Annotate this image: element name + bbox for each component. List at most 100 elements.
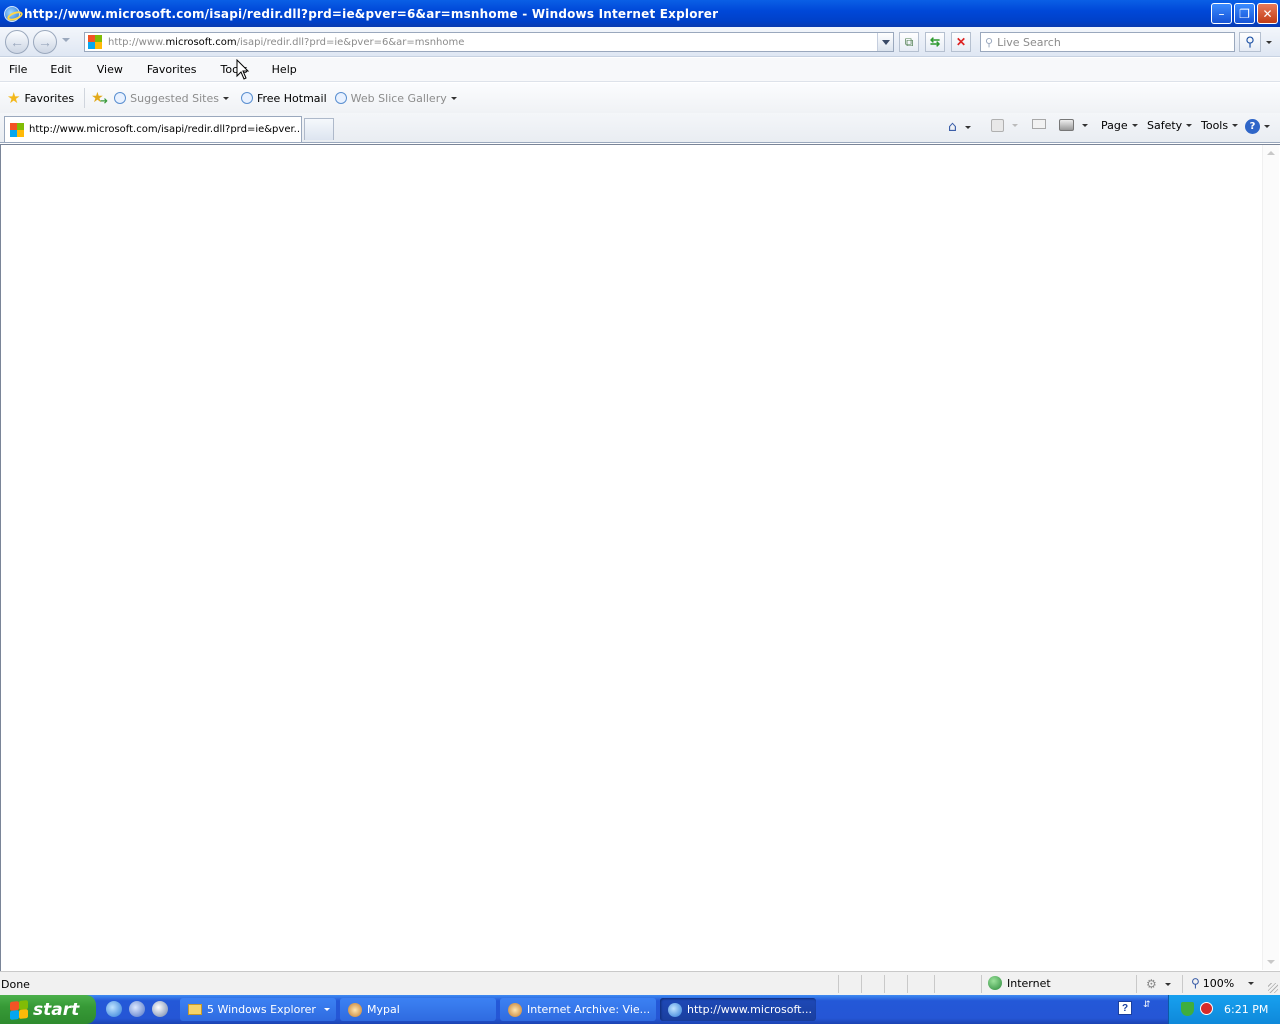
star-icon: ★ [7, 89, 21, 107]
chevron-down-icon [1012, 124, 1018, 127]
taskbar-internet-archive[interactable]: Internet Archive: Vie... [500, 998, 656, 1021]
chevron-down-icon [222, 96, 229, 100]
address-dropdown-button[interactable] [877, 33, 893, 51]
green-arrow-icon: ➜ [99, 95, 109, 107]
quicklaunch-media-player-icon[interactable] [152, 1001, 168, 1017]
new-tab-button[interactable] [304, 118, 334, 140]
help-support-tray-icon[interactable]: ? [1118, 1001, 1132, 1015]
scroll-up-icon [1267, 151, 1275, 155]
search-options-button[interactable] [1263, 32, 1275, 52]
stop-icon: ✕ [955, 35, 967, 49]
favorites-button[interactable]: ★ Favorites [7, 89, 74, 107]
zoom-button[interactable]: ⚲ 100% [1191, 976, 1255, 990]
print-button[interactable] [1059, 119, 1088, 131]
search-icon: ⚲ [1245, 34, 1255, 49]
address-bar[interactable]: http://www.microsoft.com/isapi/redir.dll… [84, 32, 894, 52]
search-placeholder: Live Search [997, 35, 1061, 49]
title-bar[interactable]: http://www.microsoft.com/isapi/redir.dll… [0, 0, 1280, 27]
microsoft-logo-icon [10, 122, 24, 137]
internet-explorer-icon [4, 5, 20, 22]
search-button[interactable]: ⚲ [1239, 32, 1261, 52]
mail-icon [1032, 119, 1046, 129]
quicklaunch-outlook-icon[interactable] [129, 1001, 145, 1017]
search-box[interactable]: ⚲ Live Search [980, 32, 1235, 52]
suggested-sites-link[interactable]: Suggested Sites [114, 92, 229, 105]
recent-pages-dropdown-icon[interactable] [62, 38, 70, 42]
free-hotmail-link[interactable]: Free Hotmail [240, 91, 327, 105]
chevron-down-icon [881, 39, 890, 45]
tab-active[interactable]: http://www.microsoft.com/isapi/redir.dll… [4, 116, 302, 142]
menu-file[interactable]: File [0, 63, 35, 76]
feeds-button[interactable] [991, 119, 1018, 132]
status-divider [884, 975, 885, 993]
page-content[interactable] [0, 144, 1280, 971]
status-divider [838, 975, 839, 993]
clock[interactable]: 6:21 PM [1224, 1003, 1268, 1016]
page-menu-button[interactable]: Page [1101, 119, 1138, 132]
mouse-cursor-icon [236, 59, 250, 80]
printer-icon [1059, 119, 1074, 131]
page-menu-label: Page [1101, 119, 1128, 132]
security-shield-icon[interactable] [1181, 1002, 1194, 1016]
taskbar-item-label: Mypal [367, 1003, 400, 1016]
chevron-down-icon [1266, 40, 1272, 44]
minimize-button[interactable]: – [1211, 3, 1232, 24]
status-divider [861, 975, 862, 993]
menu-edit[interactable]: Edit [35, 63, 79, 76]
internet-explorer-icon [668, 1002, 682, 1017]
home-icon: ⌂ [948, 119, 957, 135]
language-bar-icon[interactable]: ⇵ [1143, 999, 1151, 1010]
quicklaunch-ie-icon[interactable] [106, 1001, 122, 1017]
ie-page-icon [240, 92, 253, 104]
web-slice-gallery-label: Web Slice Gallery [350, 91, 447, 105]
add-to-favorites-bar-button[interactable]: ★ ➜ [91, 90, 108, 107]
protected-mode-button[interactable]: ⚙ [1146, 977, 1171, 991]
chevron-down-icon [1082, 123, 1088, 127]
globe-icon [988, 976, 1002, 990]
status-text: Done [1, 978, 30, 991]
chevron-down-icon [1248, 981, 1255, 985]
restore-button[interactable]: ❐ [1234, 3, 1255, 24]
security-zone[interactable]: Internet [988, 976, 1051, 990]
start-label: start [33, 999, 80, 1020]
chevron-down-icon [1164, 982, 1171, 986]
safety-menu-label: Safety [1147, 119, 1183, 132]
taskbar-item-label: http://www.microsoft... [687, 1003, 812, 1016]
vertical-scrollbar[interactable] [1262, 145, 1279, 970]
folder-icon [188, 1004, 202, 1015]
web-slice-gallery-link[interactable]: Web Slice Gallery [334, 91, 457, 105]
home-button[interactable]: ⌂ [948, 119, 971, 135]
start-button[interactable]: start [0, 995, 96, 1024]
chevron-down-icon [324, 1008, 330, 1011]
antivirus-icon[interactable] [1200, 1002, 1213, 1015]
refresh-icon: ⇆ [929, 35, 941, 49]
status-divider [1182, 975, 1183, 993]
free-hotmail-label: Free Hotmail [256, 91, 327, 105]
menu-favorites[interactable]: Favorites [131, 63, 205, 76]
status-bar: Done Internet ⚙ ⚲ 100% [0, 971, 1280, 995]
safety-menu-button[interactable]: Safety [1147, 119, 1193, 132]
taskbar-windows-explorer[interactable]: 5 Windows Explorer [180, 998, 336, 1021]
close-button[interactable]: ✕ [1257, 3, 1278, 24]
favorites-label: Favorites [24, 91, 75, 105]
tools-menu-button[interactable]: Tools [1201, 119, 1239, 132]
refresh-button[interactable]: ⇆ [925, 32, 945, 52]
windows-flag-icon [10, 999, 28, 1020]
taskbar-item-label: Internet Archive: Vie... [527, 1003, 651, 1016]
minimize-icon: – [1218, 6, 1225, 21]
taskbar-mypal[interactable]: Mypal [340, 998, 496, 1021]
back-button[interactable]: ← [5, 30, 29, 54]
menu-view[interactable]: View [80, 63, 131, 76]
menu-help[interactable]: Help [256, 63, 305, 76]
help-menu-button[interactable]: ? [1245, 119, 1270, 134]
status-divider [907, 975, 908, 993]
stop-button[interactable]: ✕ [951, 32, 971, 52]
status-divider [934, 975, 935, 993]
resize-grip-icon[interactable] [1268, 983, 1278, 993]
read-mail-button[interactable] [1032, 119, 1046, 129]
forward-button[interactable]: → [33, 30, 57, 54]
help-icon: ? [1245, 119, 1260, 134]
compatibility-view-button[interactable]: ⧉ [899, 32, 919, 52]
taskbar-internet-explorer[interactable]: http://www.microsoft... [660, 998, 816, 1021]
chevron-down-icon [1186, 124, 1193, 127]
